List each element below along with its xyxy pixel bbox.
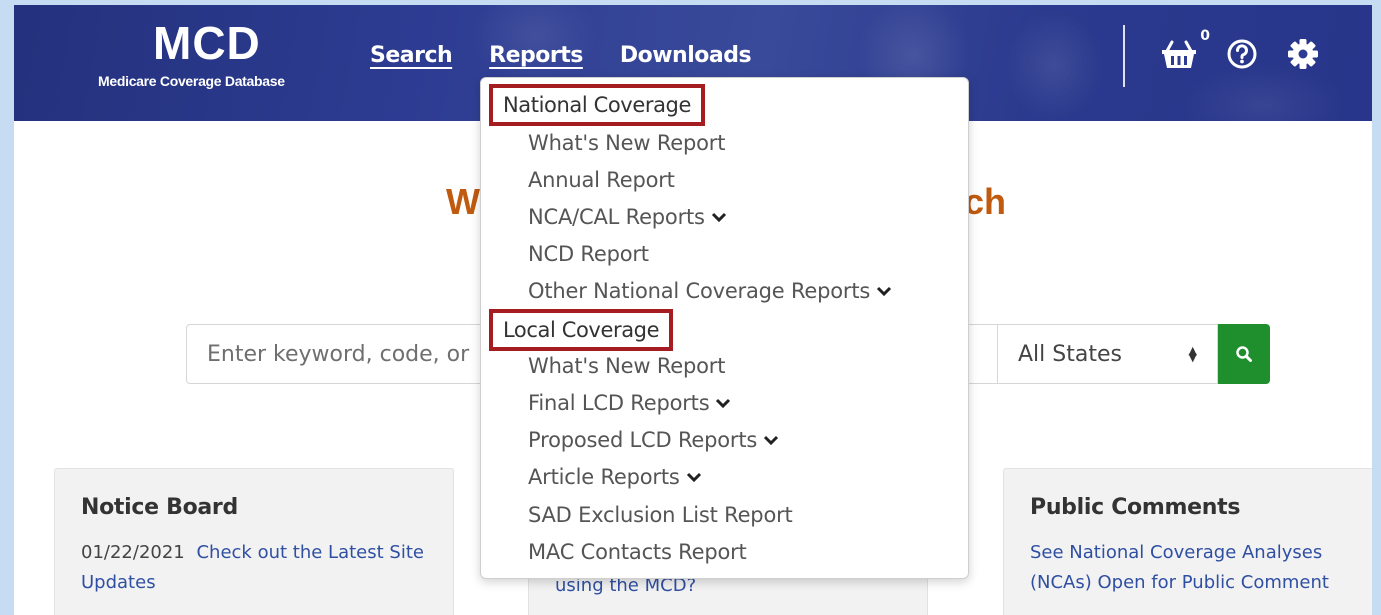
notice-item: 01/22/2021 Check out the Latest Site Upd… bbox=[81, 538, 427, 598]
search-button[interactable] bbox=[1218, 324, 1270, 384]
notice-board-title: Notice Board bbox=[81, 495, 238, 520]
national-coverage-label: National Coverage bbox=[503, 93, 691, 117]
nav-downloads[interactable]: Downloads bbox=[620, 43, 752, 68]
national-whats-new-report[interactable]: What's New Report bbox=[528, 131, 725, 155]
chevron-down-icon bbox=[686, 472, 701, 483]
menu-item-label: NCD Report bbox=[528, 242, 649, 266]
state-select[interactable]: All States ▲ ▼ bbox=[998, 324, 1218, 384]
national-coverage-heading: National Coverage bbox=[489, 84, 705, 126]
chevron-down-icon bbox=[877, 286, 892, 297]
national-annual-report[interactable]: Annual Report bbox=[528, 168, 675, 192]
menu-item-label: Final LCD Reports bbox=[528, 391, 710, 415]
header-icons: 0 bbox=[1160, 28, 1320, 75]
chevron-down-icon bbox=[711, 212, 726, 223]
proposed-lcd-reports[interactable]: Proposed LCD Reports bbox=[528, 428, 779, 452]
welcome-right: ch bbox=[964, 181, 1007, 222]
select-arrows-icon: ▲ ▼ bbox=[1188, 344, 1197, 364]
ncd-report[interactable]: NCD Report bbox=[528, 242, 649, 266]
menu-item-label: Annual Report bbox=[528, 168, 675, 192]
other-national-coverage-reports[interactable]: Other National Coverage Reports bbox=[528, 279, 892, 303]
logo-subtitle: Medicare Coverage Database bbox=[98, 73, 285, 89]
menu-item-label: NCA/CAL Reports bbox=[528, 205, 705, 229]
chevron-down-icon bbox=[716, 398, 731, 409]
public-comments-link[interactable]: See National Coverage Analyses (NCAs) Op… bbox=[1030, 542, 1329, 593]
menu-item-label: Article Reports bbox=[528, 465, 680, 489]
help-icon[interactable] bbox=[1226, 38, 1258, 74]
notice-date: 01/22/2021 bbox=[81, 542, 185, 563]
menu-item-label: What's New Report bbox=[528, 131, 726, 155]
local-coverage-heading: Local Coverage bbox=[489, 309, 674, 351]
local-whats-new-report[interactable]: What's New Report bbox=[528, 354, 725, 378]
welcome-left: W bbox=[446, 181, 480, 222]
public-comments-item: See National Coverage Analyses (NCAs) Op… bbox=[1030, 538, 1356, 598]
basket-icon[interactable]: 0 bbox=[1160, 28, 1210, 74]
chevron-down-icon bbox=[764, 435, 779, 446]
reports-dropdown: National Coverage What's New Report Annu… bbox=[480, 77, 969, 579]
gear-icon[interactable] bbox=[1286, 37, 1320, 75]
mcd-logo[interactable]: MCD Medicare Coverage Database bbox=[98, 19, 328, 89]
page-frame: MCD Medicare Coverage Database Search Re… bbox=[14, 5, 1372, 615]
menu-item-label: What's New Report bbox=[528, 354, 726, 378]
final-lcd-reports[interactable]: Final LCD Reports bbox=[528, 391, 731, 415]
nav-reports[interactable]: Reports bbox=[489, 43, 583, 68]
search-icon bbox=[1236, 346, 1252, 362]
menu-item-label: Other National Coverage Reports bbox=[528, 279, 871, 303]
menu-item-label: SAD Exclusion List Report bbox=[528, 503, 793, 527]
logo-title: MCD bbox=[153, 17, 261, 69]
menu-item-label: MAC Contacts Report bbox=[528, 540, 747, 564]
state-select-value: All States bbox=[1018, 341, 1122, 367]
nav-search[interactable]: Search bbox=[370, 43, 453, 68]
notice-board-card: Notice Board 01/22/2021 Check out the La… bbox=[54, 468, 454, 615]
mac-contacts-report[interactable]: MAC Contacts Report bbox=[528, 540, 747, 564]
public-comments-card: Public Comments See National Coverage An… bbox=[1003, 468, 1372, 615]
main-nav: Search Reports Downloads bbox=[370, 43, 752, 68]
local-coverage-label: Local Coverage bbox=[503, 318, 660, 342]
basket-count: 0 bbox=[1200, 28, 1210, 44]
article-reports[interactable]: Article Reports bbox=[528, 465, 702, 489]
public-comments-title: Public Comments bbox=[1030, 495, 1241, 520]
menu-item-label: Proposed LCD Reports bbox=[528, 428, 758, 452]
header-divider bbox=[1123, 25, 1125, 87]
nca-cal-reports[interactable]: NCA/CAL Reports bbox=[528, 205, 727, 229]
sad-exclusion-list-report[interactable]: SAD Exclusion List Report bbox=[528, 503, 793, 527]
